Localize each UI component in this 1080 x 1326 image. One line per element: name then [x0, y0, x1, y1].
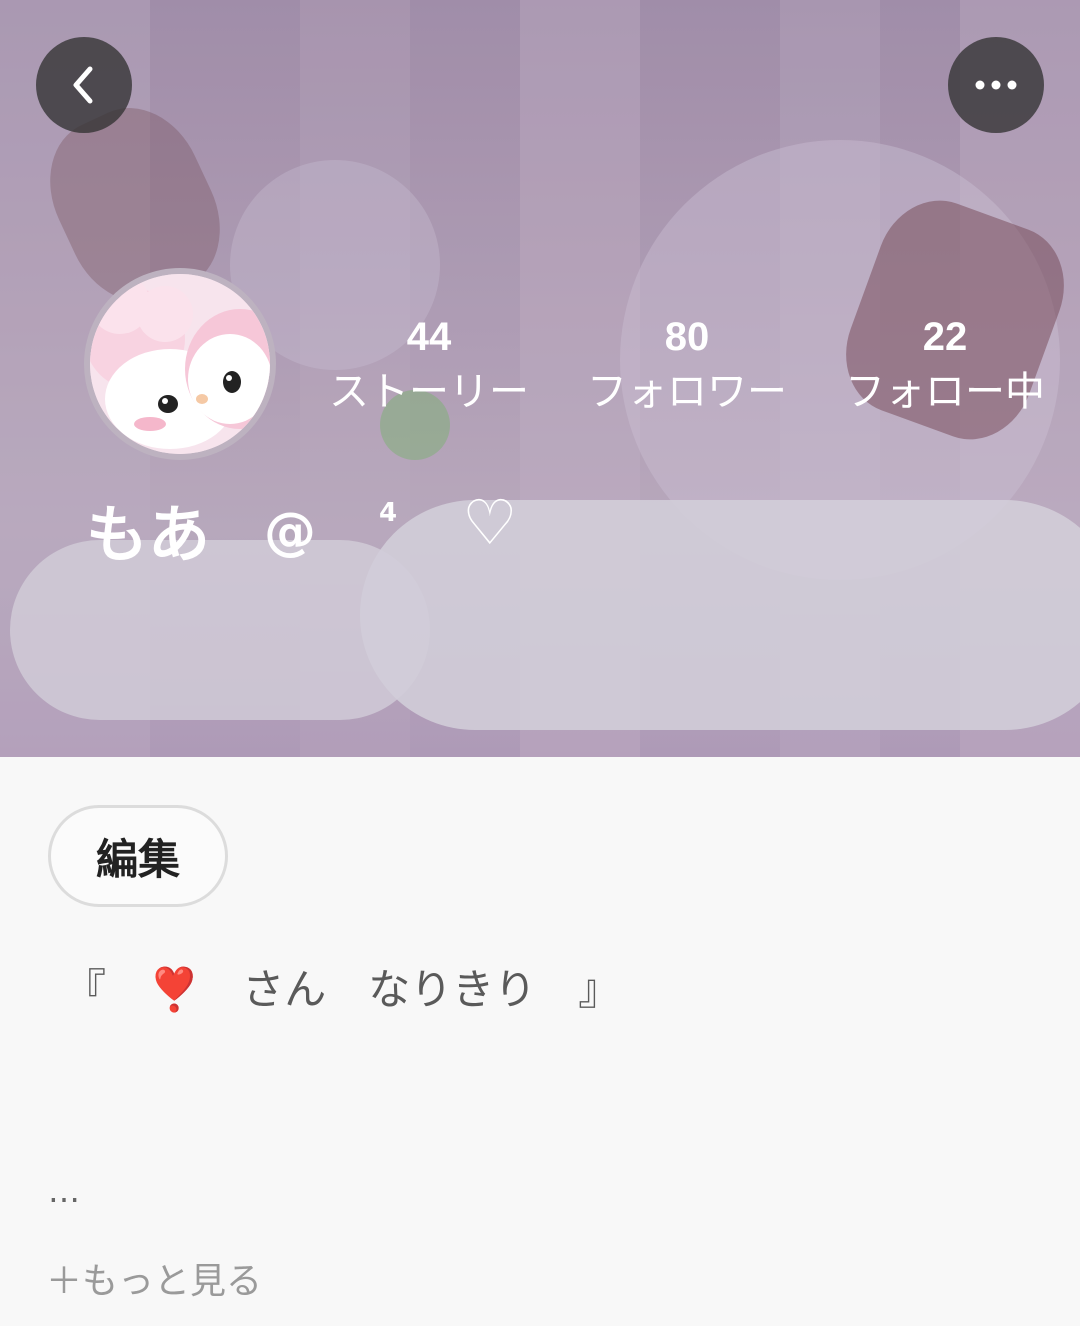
- stat-followers[interactable]: 80 フォロワー: [567, 312, 807, 420]
- stat-count: 22: [922, 315, 968, 359]
- chevron-left-icon: [73, 66, 93, 104]
- stat-count: 44: [406, 315, 452, 359]
- more-options-button[interactable]: [948, 37, 1044, 133]
- profile-header: 44 ストーリー 80 フォロワー 22 フォロー中 もあ @ 4 ♡: [0, 0, 1080, 757]
- display-name: もあ: [86, 498, 211, 571]
- back-button[interactable]: [36, 37, 132, 133]
- stat-label: フォロワー: [587, 369, 787, 415]
- see-more-link[interactable]: ＋もっと見る: [46, 1252, 262, 1304]
- avatar[interactable]: [84, 268, 276, 460]
- stat-count: 80: [664, 315, 710, 359]
- profile-bio: 『 ❣️ さん なりきり 』: [64, 965, 621, 1014]
- stat-following[interactable]: 22 フォロー中: [825, 312, 1065, 420]
- heart-outline-icon: ♡: [462, 486, 518, 559]
- pink-bunny-avatar-icon: [90, 274, 270, 454]
- stat-stories[interactable]: 44 ストーリー: [309, 312, 549, 420]
- more-horizontal-icon: [975, 80, 1017, 90]
- edit-profile-button[interactable]: 編集: [48, 805, 228, 907]
- name-superscript: 4: [379, 498, 398, 528]
- bio-truncation: …: [48, 1172, 80, 1210]
- stat-label: ストーリー: [329, 369, 529, 415]
- stat-label: フォロー中: [845, 369, 1045, 415]
- name-at-sign: @: [264, 502, 316, 562]
